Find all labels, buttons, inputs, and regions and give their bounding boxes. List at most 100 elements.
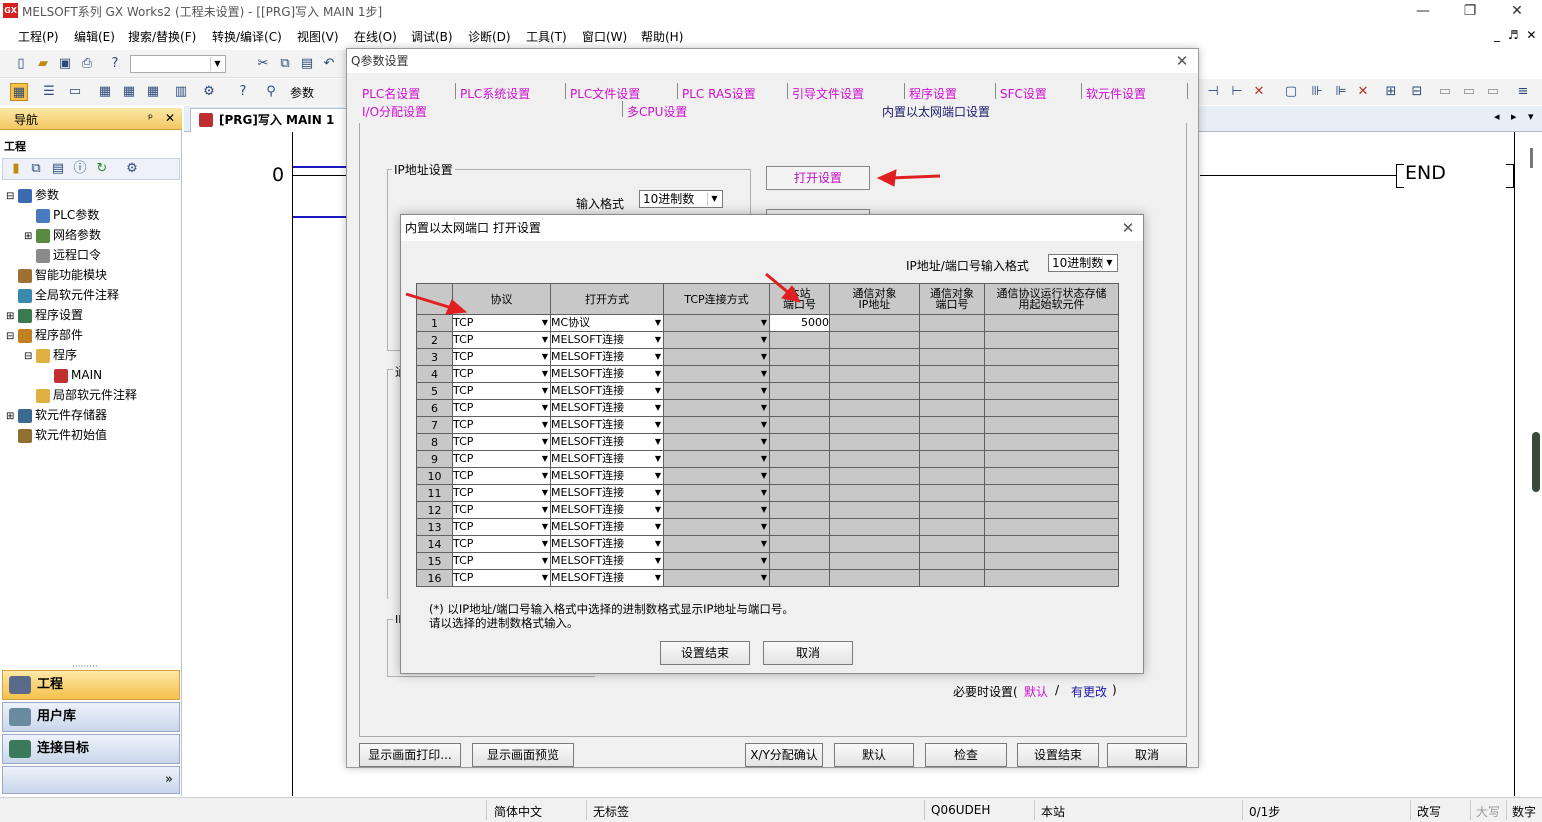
menu-project[interactable]: 工程(P)	[18, 28, 59, 45]
menu-debug[interactable]: 调试(B)	[411, 28, 453, 45]
q-dialog-close-icon[interactable]: ✕	[1167, 49, 1197, 73]
menu-help[interactable]: 帮助(H)	[641, 28, 683, 45]
tree-item[interactable]: MAIN	[42, 366, 102, 384]
dropdown-arrow-icon[interactable]: ▼	[655, 316, 661, 331]
menu-convert[interactable]: 转换/编译(C)	[212, 28, 282, 45]
dropdown-arrow-icon[interactable]: ▼	[542, 384, 548, 399]
new-file-icon[interactable]: ▯	[12, 55, 30, 73]
chevron-more-icon[interactable]: »	[165, 772, 173, 787]
tree-item[interactable]: 全局软元件注释	[6, 286, 119, 304]
dropdown-arrow-icon[interactable]: ▼	[761, 554, 767, 569]
dropdown-arrow-icon[interactable]: ▼	[655, 554, 661, 569]
menu-online[interactable]: 在线(O)	[354, 28, 397, 45]
xy-assign-button[interactable]: X/Y分配确认	[745, 743, 823, 767]
dropdown-arrow-icon[interactable]: ▼	[655, 469, 661, 484]
dropdown-arrow-icon[interactable]: ▼	[761, 350, 767, 365]
close-button[interactable]: ✕	[1494, 0, 1540, 22]
tree-expander-icon[interactable]: ⊟	[6, 188, 18, 206]
local-port-input[interactable]	[769, 348, 830, 366]
tree-expander-icon[interactable]: ⊟	[6, 328, 18, 346]
menu-tools[interactable]: 工具(T)	[526, 28, 567, 45]
dropdown-arrow-icon[interactable]: ▼	[761, 316, 767, 331]
dropdown-arrow-icon[interactable]: ▼	[655, 520, 661, 535]
monitor-icon[interactable]: ▥	[172, 83, 190, 101]
open-method-select[interactable]: MELSOFT连接 ▼	[550, 331, 664, 349]
local-port-input[interactable]	[769, 399, 830, 417]
open-method-select[interactable]: MELSOFT连接 ▼	[550, 382, 664, 400]
menu-diagnostics[interactable]: 诊断(D)	[468, 28, 511, 45]
undo-icon[interactable]: ↶	[320, 55, 338, 73]
dropdown-arrow-icon[interactable]: ▼	[655, 384, 661, 399]
ladder-grey-icon[interactable]: ▭	[1436, 83, 1454, 101]
dropdown-arrow-icon[interactable]: ▼	[655, 435, 661, 450]
open-method-select[interactable]: MELSOFT连接 ▼	[550, 399, 664, 417]
eth-format-select[interactable]: 10进制数 ▼	[1048, 254, 1118, 272]
open-method-select[interactable]: MELSOFT连接 ▼	[550, 552, 664, 570]
dropdown-arrow-icon[interactable]: ▼	[542, 503, 548, 518]
dropdown-arrow-icon[interactable]: ▼	[655, 503, 661, 518]
ladder-contact-icon[interactable]: ⊪	[1308, 83, 1326, 101]
dropdown-arrow-icon[interactable]: ▼	[655, 452, 661, 467]
tree-expander-icon[interactable]: ⊟	[24, 348, 36, 366]
restore-button[interactable]: ❐	[1447, 0, 1493, 22]
protocol-select[interactable]: TCP ▼	[452, 365, 551, 383]
ladder-instr-icon[interactable]: ⊞	[1382, 83, 1400, 101]
tool-icon[interactable]: ⚙	[200, 83, 218, 101]
menu-window[interactable]: 窗口(W)	[582, 28, 627, 45]
save-icon[interactable]: ▣	[56, 55, 74, 73]
dropdown-arrow-icon[interactable]: ▼	[542, 435, 548, 450]
dropdown-arrow-icon[interactable]: ▼	[761, 401, 767, 416]
tab-nav-controls[interactable]: ◂ ▸ ▾	[1494, 110, 1538, 123]
dropdown-arrow-icon[interactable]: ▼	[655, 367, 661, 382]
local-port-input[interactable]	[769, 331, 830, 349]
local-port-input[interactable]	[769, 552, 830, 570]
nav-new-icon[interactable]: ▮	[7, 160, 25, 178]
default-button[interactable]: 默认	[834, 743, 914, 767]
open-method-select[interactable]: MELSOFT连接 ▼	[550, 535, 664, 553]
nav-header-controls[interactable]: ᵖ ✕	[148, 111, 179, 125]
menu-view[interactable]: 视图(V)	[297, 28, 339, 45]
tree-expander-icon[interactable]: ⊞	[6, 308, 18, 326]
print-icon[interactable]: ⎙	[78, 55, 96, 73]
side-handle[interactable]	[1532, 432, 1540, 492]
dropdown-arrow-icon[interactable]: ▼	[542, 537, 548, 552]
open-settings-button[interactable]: 打开设置	[766, 166, 870, 190]
dropdown-arrow-icon[interactable]: ▼	[542, 367, 548, 382]
eth-dialog-close-icon[interactable]: ✕	[1113, 216, 1143, 240]
dropdown-arrow-icon[interactable]: ▼	[542, 554, 548, 569]
preview-screen-button[interactable]: 显示画面预览	[472, 743, 574, 767]
protocol-select[interactable]: TCP ▼	[452, 382, 551, 400]
tab-io-assignment[interactable]: I/O分配设置	[362, 103, 427, 120]
binoculars-icon[interactable]: ⚲	[262, 83, 280, 101]
tree-item[interactable]: ⊞ 软元件存储器	[6, 406, 107, 424]
protocol-select[interactable]: TCP ▼	[452, 569, 551, 587]
local-port-input[interactable]	[769, 484, 830, 502]
dropdown-arrow-icon[interactable]: ▼	[761, 452, 767, 467]
tab-prg-main[interactable]: [PRG]写入 MAIN 1	[190, 108, 360, 132]
ladder-grey2-icon[interactable]: ▭	[1460, 83, 1478, 101]
tree-item[interactable]: 局部软元件注释	[24, 386, 137, 404]
open-method-select[interactable]: MELSOFT连接 ▼	[550, 450, 664, 468]
tab-builtin-ethernet[interactable]: 内置以太网端口设置	[882, 103, 990, 120]
ladder-delete-icon[interactable]: ✕	[1250, 83, 1268, 101]
mdi-controls[interactable]: _ ♬ ✕	[1494, 28, 1538, 42]
nav-more-bar[interactable]: »	[2, 766, 180, 794]
input-format-select[interactable]: 10进制数 ▼	[639, 190, 723, 208]
nav-connection-button[interactable]: 连接目标	[2, 734, 180, 764]
minimize-button[interactable]: —	[1400, 0, 1446, 22]
dropdown-arrow-icon[interactable]: ▼	[761, 520, 767, 535]
print-screen-button[interactable]: 显示画面打印...	[359, 743, 461, 767]
device-icon[interactable]: ▦	[96, 83, 114, 101]
ladder-instr2-icon[interactable]: ⊟	[1408, 83, 1426, 101]
protocol-select[interactable]: TCP ▼	[452, 501, 551, 519]
dropdown-arrow-icon[interactable]: ▼	[542, 316, 548, 331]
cancel-button[interactable]: 取消	[1107, 743, 1187, 767]
dropdown-arrow-icon[interactable]: ▼	[655, 333, 661, 348]
dropdown-arrow-icon[interactable]: ▼	[542, 401, 548, 416]
dropdown-arrow-icon[interactable]: ▼	[761, 333, 767, 348]
cut-icon[interactable]: ✂	[254, 55, 272, 73]
tab-sfc[interactable]: SFC设置	[1000, 85, 1047, 102]
dropdown-arrow-icon[interactable]: ▼	[542, 520, 548, 535]
dropdown-arrow-icon[interactable]: ▼	[761, 537, 767, 552]
copy-icon[interactable]: ⧉	[276, 55, 294, 73]
